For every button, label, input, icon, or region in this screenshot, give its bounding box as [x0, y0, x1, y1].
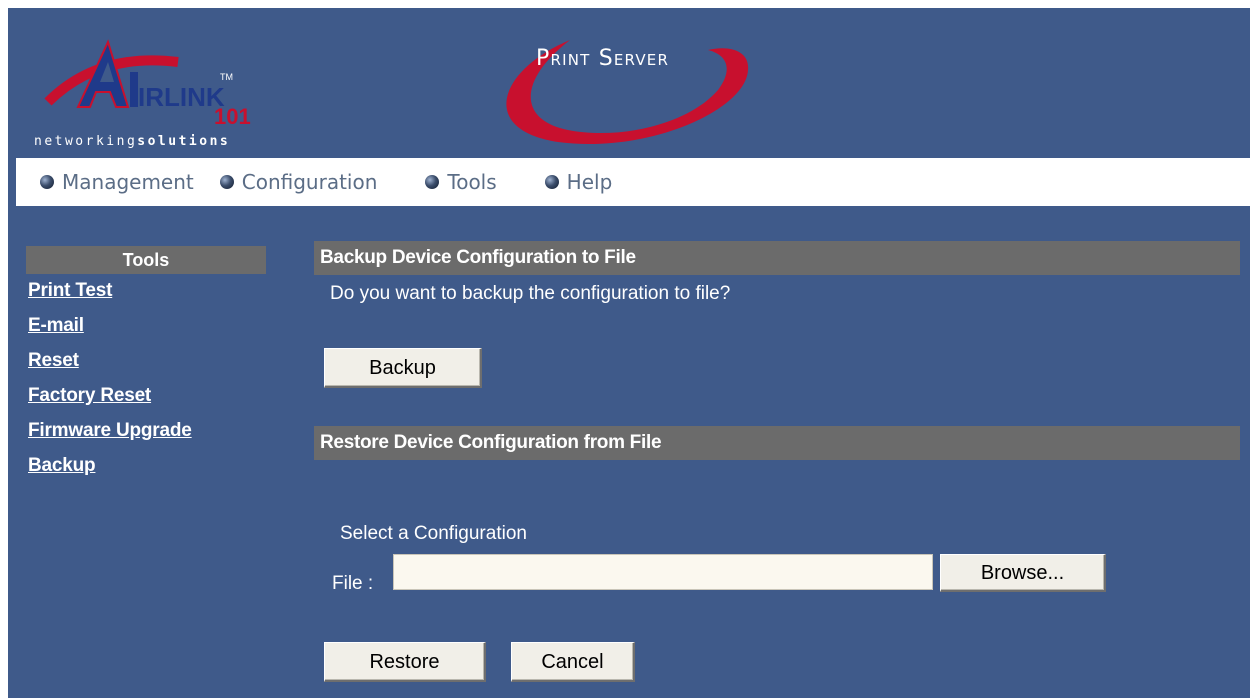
menu-item-label: Management [62, 170, 194, 194]
sidebar-item-print-test[interactable]: Print Test [28, 280, 266, 302]
menu-item-management[interactable]: Management [40, 170, 194, 194]
sidebar-item-firmware-upgrade[interactable]: Firmware Upgrade [28, 420, 266, 442]
menu-item-tools[interactable]: Tools [425, 170, 497, 194]
sidebar-item-reset[interactable]: Reset [28, 350, 266, 372]
sidebar-item-email[interactable]: E-mail [28, 315, 266, 337]
airlink-logo: IRLINK 101 TM [44, 39, 251, 129]
brand-title: Print Server [536, 46, 670, 71]
menu-item-help[interactable]: Help [544, 170, 613, 194]
header: IRLINK 101 TM networkingsolutions Print … [8, 8, 1250, 158]
logo-tagline: networkingsolutions [34, 134, 231, 149]
menu-item-label: Tools [447, 170, 497, 194]
restore-section: Restore Device Configuration from File [314, 426, 1240, 460]
menu-item-configuration[interactable]: Configuration [219, 170, 378, 194]
backup-button[interactable]: Backup [324, 348, 482, 388]
sidebar-title: Tools [26, 246, 266, 274]
restore-button[interactable]: Restore [324, 642, 486, 682]
file-path-input[interactable] [393, 554, 933, 590]
svg-text:TM: TM [220, 72, 233, 82]
sidebar-item-factory-reset[interactable]: Factory Reset [28, 385, 266, 407]
select-configuration-label: Select a Configuration [340, 523, 527, 544]
svg-text:IRLINK: IRLINK [138, 82, 225, 112]
top-menu: Management Configuration Tools Help [16, 158, 1250, 206]
backup-question: Do you want to backup the configuration … [330, 283, 731, 304]
bullet-icon [544, 175, 559, 189]
sidebar-item-backup[interactable]: Backup [28, 455, 266, 477]
menu-item-label: Configuration [241, 170, 378, 194]
browse-button[interactable]: Browse... [940, 554, 1106, 592]
backup-section: Backup Device Configuration to File Do y… [314, 241, 1240, 305]
menu-item-label: Help [566, 170, 613, 194]
bullet-icon [219, 175, 234, 189]
sidebar: Tools Print Test E-mail Reset Factory Re… [26, 246, 266, 477]
bullet-icon [425, 175, 440, 189]
restore-section-header: Restore Device Configuration from File [314, 426, 1240, 460]
svg-text:101: 101 [214, 104, 251, 129]
page-frame: IRLINK 101 TM networkingsolutions Print … [8, 8, 1250, 698]
file-label: File : [332, 573, 374, 594]
bullet-icon [40, 175, 54, 189]
cancel-button[interactable]: Cancel [511, 642, 635, 682]
backup-section-header: Backup Device Configuration to File [314, 241, 1240, 275]
